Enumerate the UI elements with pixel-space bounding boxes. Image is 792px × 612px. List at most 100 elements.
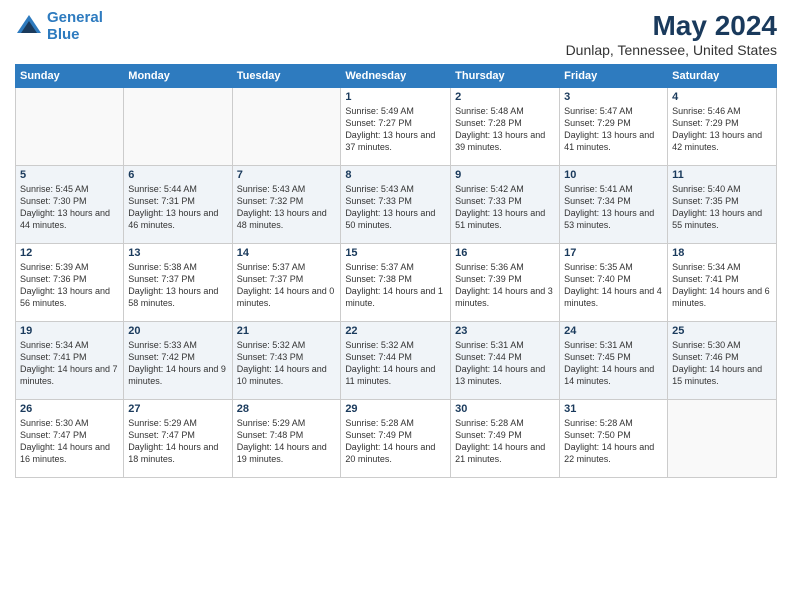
- day-number-26: 26: [20, 403, 119, 415]
- day-number-19: 19: [20, 325, 119, 337]
- day-cell-3-2: 21 Sunrise: 5:32 AM Sunset: 7:43 PM Dayli…: [232, 322, 341, 400]
- day-number-30: 30: [455, 403, 555, 415]
- week-row-2: 5Sunrise: 5:45 AM Sunset: 7:30 PM Daylig…: [16, 166, 777, 244]
- day-number-14: 14: [237, 247, 337, 259]
- day-info-15: Sunrise: 5:37 AM Sunset: 7:38 PM Dayligh…: [345, 261, 446, 310]
- col-friday: Friday: [560, 65, 668, 88]
- day-info-9: Sunrise: 5:42 AM Sunset: 7:33 PM Dayligh…: [455, 183, 555, 232]
- day-cell-2-5: 17 Sunrise: 5:35 AM Sunset: 7:40 PM Dayli…: [560, 244, 668, 322]
- day-number-3: 3: [564, 91, 663, 103]
- logo-icon: [15, 13, 43, 41]
- day-info-26: Sunrise: 5:30 AM Sunset: 7:47 PM Dayligh…: [20, 417, 119, 466]
- day-cell-4-3: 29 Sunrise: 5:28 AM Sunset: 7:49 PM Dayli…: [341, 400, 451, 478]
- day-cell-0-4: 2 Sunrise: 5:48 AM Sunset: 7:28 PM Daylig…: [451, 88, 560, 166]
- day-cell-0-2: [232, 88, 341, 166]
- day-number-29: 29: [345, 403, 446, 415]
- day-number-17: 17: [564, 247, 663, 259]
- day-cell-2-1: 13 Sunrise: 5:38 AM Sunset: 7:37 PM Dayli…: [124, 244, 232, 322]
- day-number-11: 11: [672, 169, 772, 181]
- day-number-16: 16: [455, 247, 555, 259]
- day-number-8: 8: [345, 169, 446, 181]
- day-cell-0-5: 3Sunrise: 5:47 AM Sunset: 7:29 PM Daylig…: [560, 88, 668, 166]
- header: General Blue May 2024 Dunlap, Tennessee,…: [15, 10, 777, 58]
- day-info-5: Sunrise: 5:45 AM Sunset: 7:30 PM Dayligh…: [20, 183, 119, 232]
- day-cell-1-6: 11 Sunrise: 5:40 AM Sunset: 7:35 PM Dayli…: [668, 166, 777, 244]
- day-cell-0-1: [124, 88, 232, 166]
- col-thursday: Thursday: [451, 65, 560, 88]
- day-number-13: 13: [128, 247, 227, 259]
- day-number-28: 28: [237, 403, 337, 415]
- day-number-31: 31: [564, 403, 663, 415]
- col-wednesday: Wednesday: [341, 65, 451, 88]
- day-info-16: Sunrise: 5:36 AM Sunset: 7:39 PM Dayligh…: [455, 261, 555, 310]
- day-info-19: Sunrise: 5:34 AM Sunset: 7:41 PM Dayligh…: [20, 339, 119, 388]
- day-number-9: 9: [455, 169, 555, 181]
- day-info-11: Sunrise: 5:40 AM Sunset: 7:35 PM Dayligh…: [672, 183, 772, 232]
- day-cell-0-6: 4Sunrise: 5:46 AM Sunset: 7:29 PM Daylig…: [668, 88, 777, 166]
- day-number-20: 20: [128, 325, 227, 337]
- day-cell-0-3: 1 Sunrise: 5:49 AM Sunset: 7:27 PM Daylig…: [341, 88, 451, 166]
- week-row-4: 19 Sunrise: 5:34 AM Sunset: 7:41 PM Dayli…: [16, 322, 777, 400]
- day-info-25: Sunrise: 5:30 AM Sunset: 7:46 PM Dayligh…: [672, 339, 772, 388]
- day-cell-3-3: 22Sunrise: 5:32 AM Sunset: 7:44 PM Dayli…: [341, 322, 451, 400]
- day-cell-4-6: [668, 400, 777, 478]
- col-tuesday: Tuesday: [232, 65, 341, 88]
- day-number-10: 10: [564, 169, 663, 181]
- day-number-2: 2: [455, 91, 555, 103]
- day-number-24: 24: [564, 325, 663, 337]
- day-cell-1-3: 8Sunrise: 5:43 AM Sunset: 7:33 PM Daylig…: [341, 166, 451, 244]
- day-number-12: 12: [20, 247, 119, 259]
- day-cell-4-2: 28 Sunrise: 5:29 AM Sunset: 7:48 PM Dayli…: [232, 400, 341, 478]
- col-sunday: Sunday: [16, 65, 124, 88]
- day-number-21: 21: [237, 325, 337, 337]
- day-info-7: Sunrise: 5:43 AM Sunset: 7:32 PM Dayligh…: [237, 183, 337, 232]
- day-cell-4-0: 26 Sunrise: 5:30 AM Sunset: 7:47 PM Dayli…: [16, 400, 124, 478]
- day-info-2: Sunrise: 5:48 AM Sunset: 7:28 PM Dayligh…: [455, 105, 555, 154]
- day-cell-1-5: 10 Sunrise: 5:41 AM Sunset: 7:34 PM Dayli…: [560, 166, 668, 244]
- day-info-1: Sunrise: 5:49 AM Sunset: 7:27 PM Dayligh…: [345, 105, 446, 154]
- day-cell-1-1: 6 Sunrise: 5:44 AM Sunset: 7:31 PM Daylig…: [124, 166, 232, 244]
- day-number-25: 25: [672, 325, 772, 337]
- day-info-23: Sunrise: 5:31 AM Sunset: 7:44 PM Dayligh…: [455, 339, 555, 388]
- day-info-6: Sunrise: 5:44 AM Sunset: 7:31 PM Dayligh…: [128, 183, 227, 232]
- day-info-12: Sunrise: 5:39 AM Sunset: 7:36 PM Dayligh…: [20, 261, 119, 310]
- day-info-20: Sunrise: 5:33 AM Sunset: 7:42 PM Dayligh…: [128, 339, 227, 388]
- day-cell-1-2: 7 Sunrise: 5:43 AM Sunset: 7:32 PM Daylig…: [232, 166, 341, 244]
- day-number-23: 23: [455, 325, 555, 337]
- day-number-27: 27: [128, 403, 227, 415]
- page: General Blue May 2024 Dunlap, Tennessee,…: [0, 0, 792, 612]
- day-info-31: Sunrise: 5:28 AM Sunset: 7:50 PM Dayligh…: [564, 417, 663, 466]
- day-info-27: Sunrise: 5:29 AM Sunset: 7:47 PM Dayligh…: [128, 417, 227, 466]
- day-cell-3-0: 19 Sunrise: 5:34 AM Sunset: 7:41 PM Dayli…: [16, 322, 124, 400]
- logo-text: General Blue: [47, 10, 103, 43]
- day-cell-4-5: 31 Sunrise: 5:28 AM Sunset: 7:50 PM Dayli…: [560, 400, 668, 478]
- day-info-17: Sunrise: 5:35 AM Sunset: 7:40 PM Dayligh…: [564, 261, 663, 310]
- day-number-4: 4: [672, 91, 772, 103]
- day-number-15: 15: [345, 247, 446, 259]
- title-area: May 2024 Dunlap, Tennessee, United State…: [566, 10, 777, 58]
- day-info-24: Sunrise: 5:31 AM Sunset: 7:45 PM Dayligh…: [564, 339, 663, 388]
- day-cell-0-0: [16, 88, 124, 166]
- day-cell-3-5: 24 Sunrise: 5:31 AM Sunset: 7:45 PM Dayli…: [560, 322, 668, 400]
- day-info-13: Sunrise: 5:38 AM Sunset: 7:37 PM Dayligh…: [128, 261, 227, 310]
- day-number-6: 6: [128, 169, 227, 181]
- calendar-subtitle: Dunlap, Tennessee, United States: [566, 42, 777, 58]
- day-cell-1-0: 5Sunrise: 5:45 AM Sunset: 7:30 PM Daylig…: [16, 166, 124, 244]
- day-cell-2-2: 14 Sunrise: 5:37 AM Sunset: 7:37 PM Dayli…: [232, 244, 341, 322]
- day-cell-3-6: 25 Sunrise: 5:30 AM Sunset: 7:46 PM Dayli…: [668, 322, 777, 400]
- day-number-22: 22: [345, 325, 446, 337]
- day-cell-2-0: 12 Sunrise: 5:39 AM Sunset: 7:36 PM Dayli…: [16, 244, 124, 322]
- day-number-1: 1: [345, 91, 446, 103]
- day-cell-1-4: 9 Sunrise: 5:42 AM Sunset: 7:33 PM Daylig…: [451, 166, 560, 244]
- day-number-7: 7: [237, 169, 337, 181]
- day-info-29: Sunrise: 5:28 AM Sunset: 7:49 PM Dayligh…: [345, 417, 446, 466]
- calendar-table: Sunday Monday Tuesday Wednesday Thursday…: [15, 64, 777, 478]
- col-saturday: Saturday: [668, 65, 777, 88]
- day-info-14: Sunrise: 5:37 AM Sunset: 7:37 PM Dayligh…: [237, 261, 337, 310]
- week-row-1: 1 Sunrise: 5:49 AM Sunset: 7:27 PM Daylig…: [16, 88, 777, 166]
- day-info-10: Sunrise: 5:41 AM Sunset: 7:34 PM Dayligh…: [564, 183, 663, 232]
- day-info-21: Sunrise: 5:32 AM Sunset: 7:43 PM Dayligh…: [237, 339, 337, 388]
- day-info-18: Sunrise: 5:34 AM Sunset: 7:41 PM Dayligh…: [672, 261, 772, 310]
- day-number-18: 18: [672, 247, 772, 259]
- day-info-28: Sunrise: 5:29 AM Sunset: 7:48 PM Dayligh…: [237, 417, 337, 466]
